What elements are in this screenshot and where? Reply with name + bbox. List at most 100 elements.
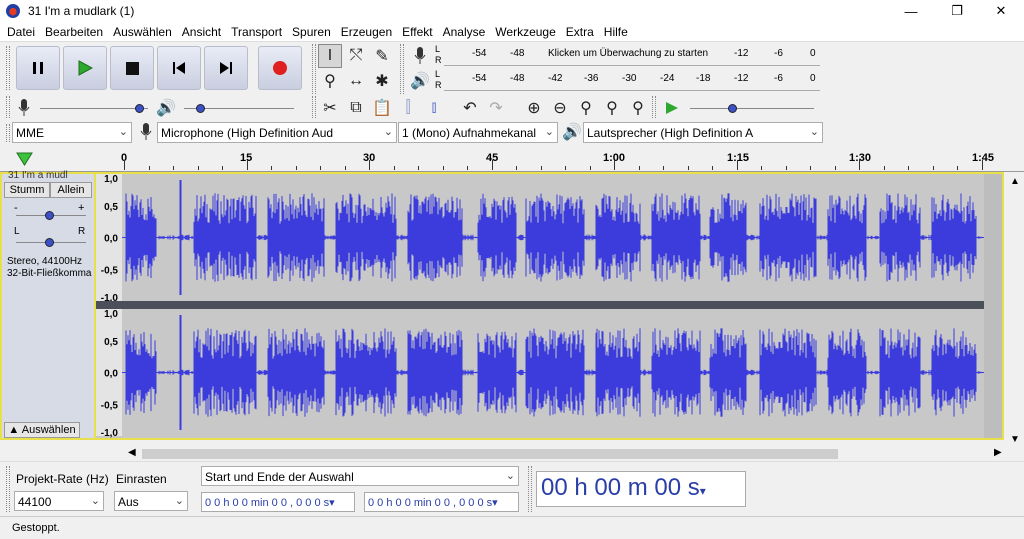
menu-hilfe[interactable]: Hilfe	[599, 25, 633, 39]
close-button[interactable]: ✕	[978, 0, 1024, 22]
menu-effekt[interactable]: Effekt	[397, 25, 437, 39]
selection-start-time[interactable]: 0 0 h 0 0 min 0 0 , 0 0 0 s▾	[201, 492, 355, 512]
zoom-tool-icon[interactable]: ⚲	[318, 69, 342, 93]
trim-icon[interactable]: ⫿	[396, 96, 420, 120]
scroll-up-icon[interactable]: ▲	[1010, 176, 1020, 187]
play-button[interactable]	[63, 46, 107, 90]
zoom-in-icon[interactable]: ⊕	[522, 96, 546, 120]
input-device-select[interactable]: Microphone (High Definition Aud ⌄	[157, 122, 397, 143]
play-at-speed-button[interactable]	[660, 96, 684, 120]
gain-minus-label: -	[14, 202, 18, 214]
menu-datei[interactable]: Datei	[2, 25, 40, 39]
menu-werkzeuge[interactable]: Werkzeuge	[490, 25, 560, 39]
gain-thumb[interactable]	[45, 211, 54, 220]
record-meter-mic-icon[interactable]	[408, 44, 432, 68]
toolbar-grip[interactable]	[312, 96, 316, 118]
silence-icon[interactable]: ⫾	[422, 96, 446, 120]
menu-transport[interactable]: Transport	[226, 25, 287, 39]
snap-select[interactable]: Aus ⌄	[114, 491, 188, 511]
amplitude-label: 0,5	[104, 202, 118, 213]
toolbar-grip[interactable]	[6, 466, 10, 512]
scroll-down-icon[interactable]: ▼	[1010, 434, 1020, 445]
track-select-button[interactable]: ▲ Auswählen	[4, 422, 80, 438]
redo-icon[interactable]: ↷	[484, 96, 508, 120]
ruler-tick	[835, 166, 836, 170]
play-meter[interactable]: -54 -48 -42 -36 -30 -24 -18 -12 -6 0	[444, 69, 820, 91]
triangle-up-icon: ▲	[8, 424, 22, 436]
horizontal-scroll-thumb[interactable]	[142, 449, 838, 459]
horizontal-scrollbar[interactable]: ◀ ▶	[126, 447, 1006, 461]
undo-icon[interactable]: ↶	[458, 96, 482, 120]
recording-volume-slider[interactable]	[40, 108, 148, 109]
recording-volume-thumb[interactable]	[135, 104, 144, 113]
minimize-button[interactable]: —	[888, 0, 934, 22]
meter-tick: -54	[472, 73, 487, 84]
draw-tool-icon[interactable]: ✎	[370, 44, 394, 68]
menu-auswaehlen[interactable]: Auswählen	[108, 25, 177, 39]
menu-ansicht[interactable]: Ansicht	[177, 25, 226, 39]
track-name[interactable]: 31 I'm a mudl	[8, 170, 88, 178]
project-rate-combo[interactable]: 44100 ⌄	[14, 491, 104, 511]
cut-icon[interactable]: ✂	[318, 96, 342, 120]
skip-end-button[interactable]	[204, 46, 248, 90]
selection-mode-select[interactable]: Start und Ende der Auswahl ⌄	[201, 466, 519, 486]
mute-button[interactable]: Stumm	[4, 182, 50, 198]
paste-icon[interactable]: 📋	[370, 96, 394, 120]
copy-icon[interactable]: ⧉	[344, 96, 368, 120]
play-at-speed-icon	[666, 102, 678, 114]
selection-end-time[interactable]: 0 0 h 0 0 min 0 0 , 0 0 0 s▾	[364, 492, 519, 512]
maximize-button[interactable]: ❐	[934, 0, 980, 22]
skip-start-button[interactable]	[157, 46, 201, 90]
toolbar-grip[interactable]	[528, 466, 532, 512]
chevron-down-icon: ▾	[329, 497, 335, 509]
selection-toolbar: Projekt-Rate (Hz) Einrasten 44100 ⌄ Aus ⌄ …	[0, 461, 1024, 515]
menu-extra[interactable]: Extra	[561, 25, 599, 39]
waveform-clip[interactable]: 1,0 0,5 0,0 -0,5 -1,0 1,0 0,5 0,0 -0,5 -1,0	[96, 172, 1004, 440]
multi-tool-icon[interactable]: ✱	[370, 69, 394, 93]
toolbar-grip[interactable]	[6, 124, 10, 142]
pause-button[interactable]	[16, 46, 60, 90]
menu-bearbeiten[interactable]: Bearbeiten	[40, 25, 108, 39]
audio-position-display[interactable]: 00 h 00 m 00 s▾	[536, 471, 746, 507]
pan-thumb[interactable]	[45, 238, 54, 247]
waveform-display[interactable]: 1,00,50,0-0,5-1,01,00,50,0-0,5-1,0	[96, 174, 1002, 438]
menu-analyse[interactable]: Analyse	[438, 25, 491, 39]
toolbar-grip[interactable]	[400, 44, 404, 94]
track-control-panel[interactable]: 31 I'm a mudl Stumm Allein - + L R Stere…	[0, 170, 96, 440]
meter-tick: -42	[548, 73, 563, 84]
audio-host-select[interactable]: MME ⌄	[12, 122, 132, 143]
toolbar-grip[interactable]	[6, 46, 10, 90]
vertical-scrollbar[interactable]: ▲ ▼	[1006, 172, 1024, 448]
channel-divider[interactable]	[96, 301, 1002, 309]
stop-button[interactable]	[110, 46, 154, 90]
toolbar-grip[interactable]	[312, 44, 316, 94]
play-speed-slider[interactable]	[690, 108, 814, 109]
scroll-right-icon[interactable]: ▶	[994, 447, 1002, 458]
menu-spuren[interactable]: Spuren	[287, 25, 336, 39]
ruler-tick	[173, 166, 174, 170]
play-speed-thumb[interactable]	[728, 104, 737, 113]
ruler-tick	[590, 166, 591, 170]
timeshift-tool-icon[interactable]: ↔	[344, 69, 368, 93]
fit-project-icon[interactable]: ⚲	[600, 96, 624, 120]
play-meter-speaker-icon[interactable]: 🔊	[408, 69, 432, 93]
envelope-tool-icon[interactable]: ⤲	[344, 44, 368, 68]
output-device-select[interactable]: Lautsprecher (High Definition A ⌄	[583, 122, 823, 143]
solo-button[interactable]: Allein	[50, 182, 92, 198]
playback-volume-thumb[interactable]	[196, 104, 205, 113]
timeline-ruler[interactable]: 0 15 30 45 1:00 1:15 1:30 1:45	[0, 150, 1024, 172]
zoom-toggle-icon[interactable]: ⚲	[626, 96, 650, 120]
record-button[interactable]	[258, 46, 302, 90]
zoom-out-icon[interactable]: ⊖	[548, 96, 572, 120]
fit-selection-icon[interactable]: ⚲	[574, 96, 598, 120]
record-meter[interactable]: -54 -48 Klicken um Überwachung zu starte…	[444, 44, 820, 66]
play-head-triangle-icon[interactable]	[16, 152, 34, 166]
amplitude-label: 0,5	[104, 337, 118, 348]
input-channels-select[interactable]: 1 (Mono) Aufnahmekanal ⌄	[398, 122, 558, 143]
menu-erzeugen[interactable]: Erzeugen	[336, 25, 397, 39]
toolbar-grip[interactable]	[652, 96, 656, 118]
scroll-left-icon[interactable]: ◀	[128, 447, 136, 458]
toolbar-grip[interactable]	[6, 96, 10, 118]
selection-tool-icon[interactable]: I	[318, 44, 342, 68]
input-device-value: Microphone (High Definition Aud	[161, 126, 334, 140]
